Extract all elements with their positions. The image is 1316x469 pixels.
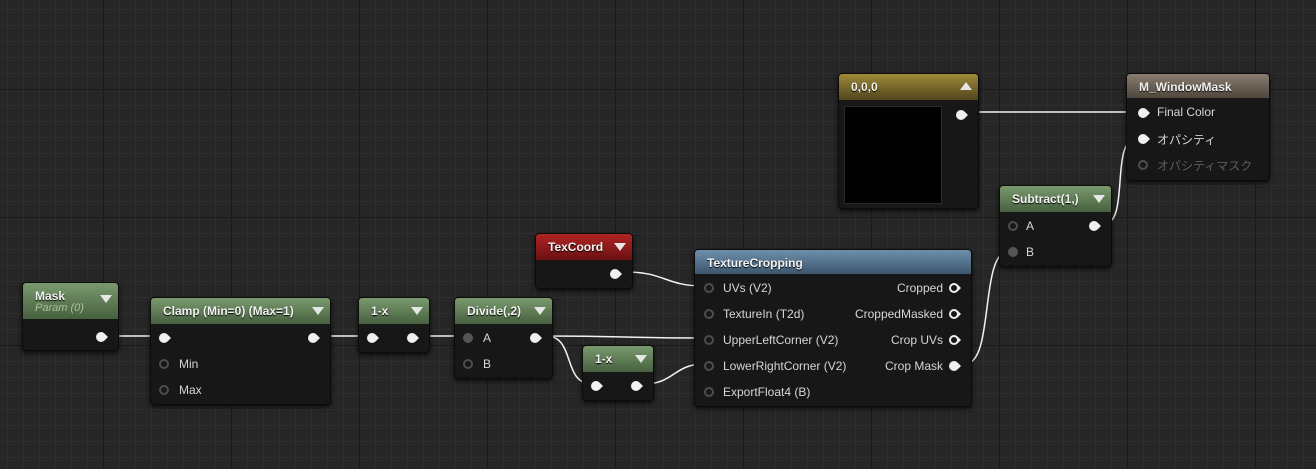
input-pin-final-color[interactable] xyxy=(1138,108,1150,118)
pin-label-a: A xyxy=(483,331,492,345)
node-texcoord[interactable]: TexCoord xyxy=(535,233,633,289)
collapse-arrow-down-icon[interactable] xyxy=(100,295,112,303)
node-title: Subtract(1,) xyxy=(1012,192,1079,206)
node-one-minus-second[interactable]: 1-x xyxy=(582,345,654,401)
input-pin[interactable] xyxy=(591,381,603,391)
pin-label-a: A xyxy=(1026,219,1035,233)
node-title: 0,0,0 xyxy=(851,80,878,94)
wire-connection xyxy=(625,271,705,287)
input-pin-max[interactable] xyxy=(159,385,169,395)
node-mask-parameter[interactable]: Mask Param (0) xyxy=(22,282,119,351)
pin-label-b: B xyxy=(483,357,492,371)
input-pin-lower-right[interactable] xyxy=(704,361,714,371)
node-title: TextureCropping xyxy=(707,256,803,270)
pin-label-crop-mask: Crop Mask xyxy=(884,359,943,373)
output-pin-crop-mask[interactable] xyxy=(949,361,961,371)
pin-label-export-float4: ExportFloat4 (B) xyxy=(723,385,811,399)
output-pin[interactable] xyxy=(407,333,419,343)
input-pin-opacity[interactable] xyxy=(1138,134,1150,144)
output-pin[interactable] xyxy=(1089,221,1101,231)
node-divide[interactable]: Divide(,2) A B xyxy=(454,297,553,379)
pin-label-cropped-masked: CroppedMasked xyxy=(854,307,943,321)
wire-connection xyxy=(545,335,705,339)
output-pin[interactable] xyxy=(308,333,320,343)
node-title: Mask xyxy=(35,289,66,303)
color-preview xyxy=(844,106,942,204)
input-pin-b[interactable] xyxy=(1008,247,1018,257)
pin-label-lower-right: LowerRightCorner (V2) xyxy=(723,359,847,373)
node-title: Divide(,2) xyxy=(467,304,522,318)
node-one-minus-first[interactable]: 1-x xyxy=(358,297,430,353)
input-pin-a[interactable] xyxy=(463,333,473,343)
output-pin-cropped[interactable] xyxy=(949,283,961,293)
pin-label-upper-left: UpperLeftCorner (V2) xyxy=(723,333,839,347)
output-pin[interactable] xyxy=(956,110,968,120)
input-pin[interactable] xyxy=(367,333,379,343)
output-pin[interactable] xyxy=(530,333,542,343)
input-pin-opacity-mask[interactable] xyxy=(1138,160,1148,170)
output-pin-crop-uvs[interactable] xyxy=(949,335,961,345)
output-pin-cropped-masked[interactable] xyxy=(949,309,961,319)
pin-label-texture-in: TextureIn (T2d) xyxy=(723,307,805,321)
collapse-arrow-up-icon[interactable] xyxy=(960,82,972,90)
input-pin-min[interactable] xyxy=(159,359,169,369)
node-subtitle: Param (0) xyxy=(35,302,84,314)
input-pin-uvs[interactable] xyxy=(704,283,714,293)
input-pin-export-float4[interactable] xyxy=(704,387,714,397)
input-pin[interactable] xyxy=(159,333,171,343)
pin-label-b: B xyxy=(1026,245,1035,259)
collapse-arrow-down-icon[interactable] xyxy=(614,243,626,251)
pin-label-uvs: UVs (V2) xyxy=(723,281,772,295)
node-title: M_WindowMask xyxy=(1139,80,1232,94)
input-pin-b[interactable] xyxy=(463,359,473,369)
pin-label-opacity-mask: オパシティマスク xyxy=(1157,159,1253,173)
pin-label-max: Max xyxy=(179,383,202,397)
output-pin[interactable] xyxy=(631,381,643,391)
node-title: 1-x xyxy=(371,304,389,318)
node-subtract[interactable]: Subtract(1,) A B xyxy=(999,185,1112,267)
collapse-arrow-down-icon[interactable] xyxy=(635,355,647,363)
collapse-arrow-down-icon[interactable] xyxy=(1093,195,1105,203)
node-clamp[interactable]: Clamp (Min=0) (Max=1) Min Max xyxy=(150,297,331,405)
node-title: Clamp (Min=0) (Max=1) xyxy=(163,304,294,318)
node-title: 1-x xyxy=(595,352,613,366)
node-title: TexCoord xyxy=(548,240,604,254)
collapse-arrow-down-icon[interactable] xyxy=(534,307,546,315)
collapse-arrow-down-icon[interactable] xyxy=(312,307,324,315)
node-material-result[interactable]: M_WindowMask Final Color オパシティ オパシティマスク xyxy=(1126,73,1270,181)
output-pin[interactable] xyxy=(96,332,108,342)
pin-label-cropped: Cropped xyxy=(896,281,943,295)
collapse-arrow-down-icon[interactable] xyxy=(411,307,423,315)
pin-label-final-color: Final Color xyxy=(1157,105,1216,119)
input-pin-texture-in[interactable] xyxy=(704,309,714,319)
pin-label-opacity: オパシティ xyxy=(1157,133,1217,147)
node-constant-color[interactable]: 0,0,0 xyxy=(838,73,979,209)
pin-label-crop-uvs: Crop UVs xyxy=(890,333,943,347)
pin-label-min: Min xyxy=(179,357,199,371)
input-pin-a[interactable] xyxy=(1008,221,1018,231)
output-pin[interactable] xyxy=(610,269,622,279)
input-pin-upper-left[interactable] xyxy=(704,335,714,345)
node-texture-cropping[interactable]: TextureCropping UVs (V2) TextureIn (T2d)… xyxy=(694,249,972,407)
